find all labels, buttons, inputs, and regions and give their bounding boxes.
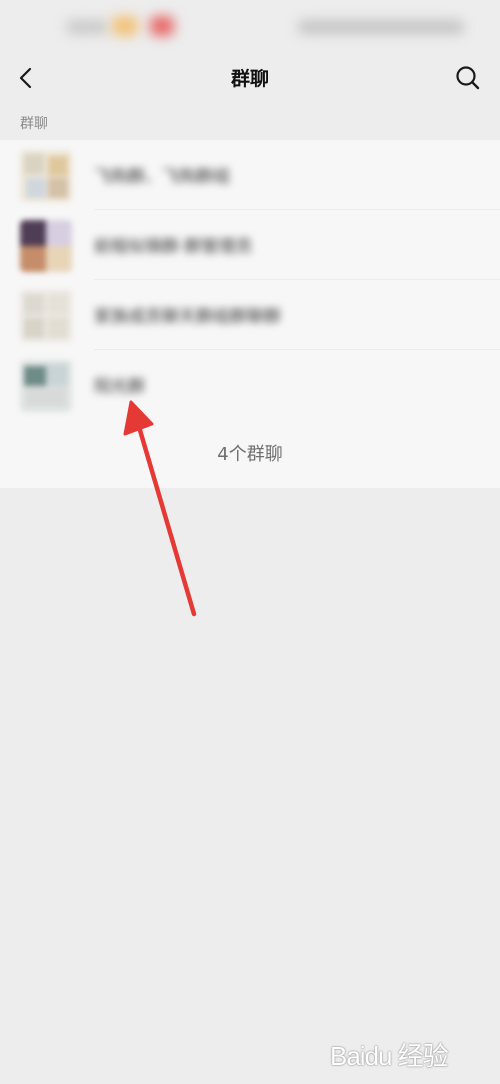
group-avatar bbox=[20, 150, 72, 202]
status-bar bbox=[0, 0, 500, 52]
group-name: 飞购群、飞购群组 bbox=[94, 167, 230, 187]
group-row[interactable]: 飞购群、飞购群组 bbox=[0, 140, 500, 210]
group-name: 阳光群 bbox=[94, 377, 145, 397]
section-header: 群聊 bbox=[20, 116, 48, 132]
group-row[interactable]: 阳光群 bbox=[0, 350, 500, 420]
status-bar-right-blur bbox=[298, 20, 464, 34]
status-bar-left-blur bbox=[66, 20, 108, 34]
group-avatar bbox=[20, 220, 72, 272]
group-name: 家族成员聊天群组群聊群 bbox=[94, 307, 281, 327]
status-bar-notification-blur bbox=[112, 16, 138, 36]
group-avatar bbox=[20, 290, 72, 342]
group-chats-screen: 群聊 群聊 飞购群、飞购群组 前程似锦群·群管理员 家族成员聊天群组群聊群 阳光… bbox=[0, 0, 500, 1084]
group-row[interactable]: 前程似锦群·群管理员 bbox=[0, 210, 500, 280]
group-count-label: 4个群聊 bbox=[217, 444, 283, 465]
group-list: 飞购群、飞购群组 前程似锦群·群管理员 家族成员聊天群组群聊群 阳光群 4个群聊 bbox=[0, 140, 500, 488]
page-title: 群聊 bbox=[230, 68, 269, 90]
group-avatar bbox=[20, 360, 72, 412]
group-name: 前程似锦群·群管理员 bbox=[94, 237, 253, 257]
baidu-watermark: Baidu 经验 bbox=[330, 1034, 470, 1074]
search-button[interactable] bbox=[450, 60, 486, 96]
nav-bar: 群聊 bbox=[0, 52, 500, 104]
baidu-logo: Baidu 经验 bbox=[330, 1041, 449, 1071]
status-bar-notification-blur-2 bbox=[150, 16, 174, 36]
group-row[interactable]: 家族成员聊天群组群聊群 bbox=[0, 280, 500, 350]
search-icon bbox=[456, 66, 480, 90]
